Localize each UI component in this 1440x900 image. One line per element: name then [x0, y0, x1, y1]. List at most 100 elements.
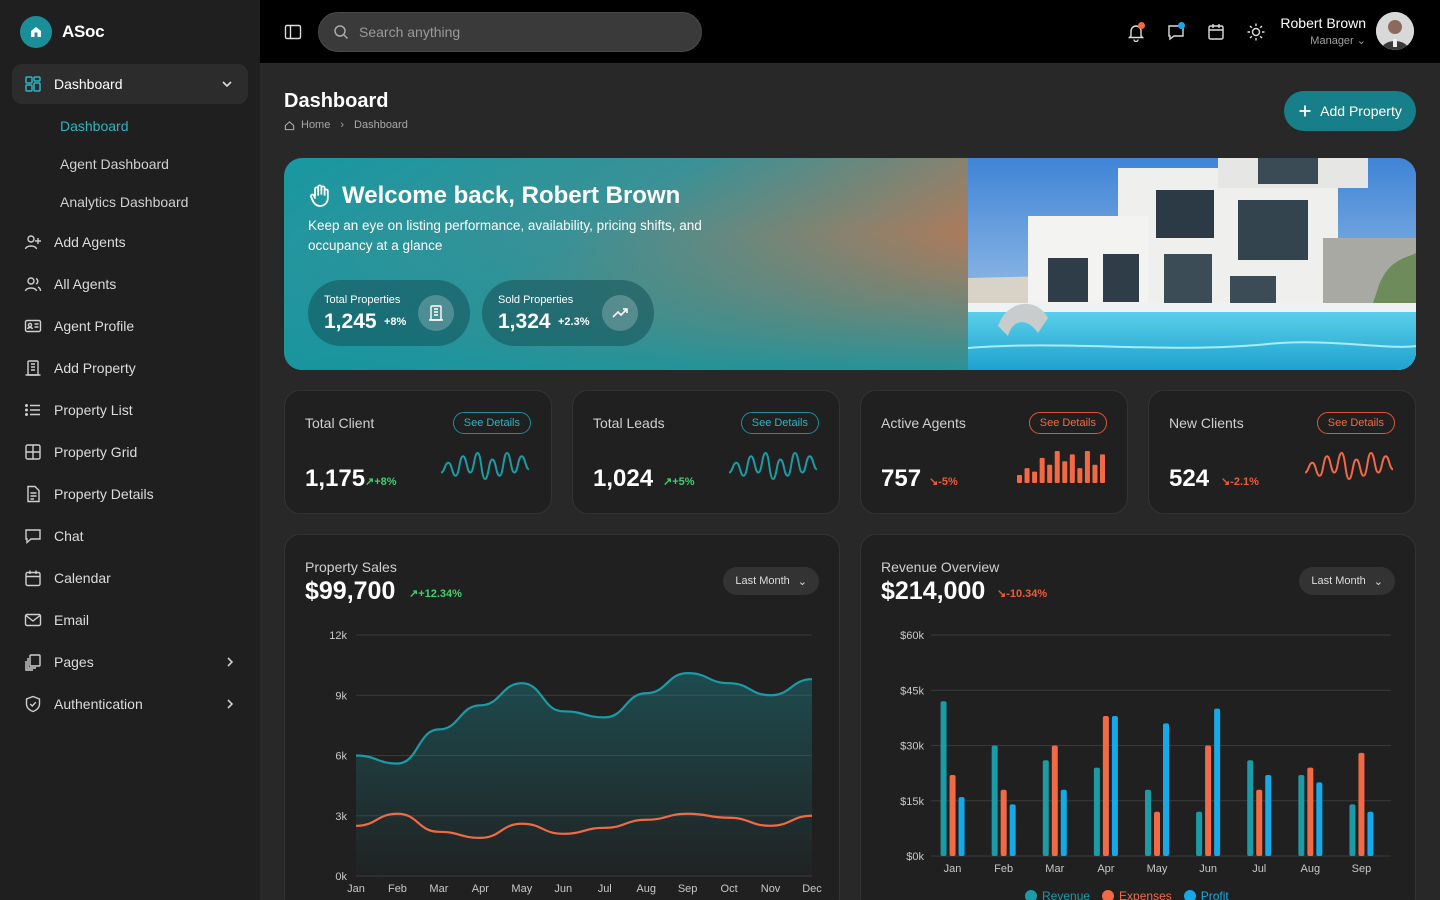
- spark-line: [441, 451, 529, 481]
- card-change: ↗+8%: [365, 476, 397, 488]
- sidebar-item-email[interactable]: Email: [24, 609, 236, 631]
- stat-card-total-leads: Total Leads See Details 1,024 ↗+5%: [572, 390, 840, 514]
- sidebar-item-add-agents[interactable]: Add Agents: [24, 231, 236, 253]
- search-bar[interactable]: [318, 12, 702, 52]
- stat-value: 1,324: [498, 310, 551, 333]
- stat-label: Sold Properties: [498, 294, 574, 306]
- chevron-down-icon: ⌄: [1356, 35, 1366, 47]
- x-tick-label: Nov: [761, 883, 781, 895]
- sidebar-item-add-property[interactable]: Add Property: [24, 357, 236, 379]
- list-icon: [24, 401, 42, 419]
- sidebar-item-property-details[interactable]: Property Details: [24, 483, 236, 505]
- add-property-button[interactable]: Add Property: [1284, 91, 1416, 131]
- sidebar-item-dashboard[interactable]: Dashboard: [12, 64, 248, 104]
- page-title: Dashboard: [284, 90, 389, 112]
- stat-value: 1,245: [324, 310, 377, 333]
- sidebar-item-label: Add Agents: [54, 234, 126, 250]
- sidebar-subitem-dashboard[interactable]: Dashboard: [60, 118, 129, 134]
- chevron-right-icon: [224, 698, 236, 710]
- welcome-title: Welcome back, Robert Brown: [308, 182, 680, 210]
- building-icon: [24, 359, 42, 377]
- sun-icon[interactable]: [1246, 22, 1266, 42]
- bar: [1145, 789, 1151, 856]
- sidebar-item-authentication[interactable]: Authentication: [24, 693, 236, 715]
- x-tick-label: Aug: [636, 883, 656, 895]
- sidebar-item-label: Pages: [54, 654, 94, 670]
- panel-value: $214,000: [881, 577, 986, 605]
- x-tick-label: Dec: [802, 883, 822, 895]
- bar: [1349, 804, 1356, 856]
- bar: [1298, 774, 1305, 856]
- sidebar-item-agent-profile[interactable]: Agent Profile: [24, 315, 236, 337]
- search-input[interactable]: [359, 24, 679, 40]
- total-properties-stat: Total Properties 1,245 +8%: [308, 280, 470, 346]
- brand[interactable]: ASoc: [20, 16, 105, 48]
- sidebar-subitem-analytics-dashboard[interactable]: Analytics Dashboard: [60, 194, 188, 210]
- sparkline: [729, 451, 817, 481]
- legend-profit[interactable]: Profit: [1183, 889, 1229, 900]
- card-change: ↘-2.1%: [1221, 476, 1259, 488]
- see-details-button[interactable]: See Details: [1028, 412, 1107, 434]
- range-dropdown[interactable]: Last Month ⌄: [1299, 567, 1395, 595]
- sidebar-item-chat[interactable]: Chat: [24, 525, 236, 547]
- bar: [949, 774, 956, 856]
- calendar-icon[interactable]: [1206, 22, 1226, 42]
- range-dropdown[interactable]: Last Month ⌄: [723, 567, 819, 595]
- trend-down-icon: ↘: [1221, 476, 1231, 488]
- bar: [1316, 782, 1323, 856]
- stat-card-new-clients: New Clients See Details 524 ↘-2.1%: [1148, 390, 1416, 514]
- x-tick-label: Oct: [721, 883, 738, 895]
- sidebar-item-label: Add Property: [54, 360, 136, 376]
- building-icon: [418, 295, 454, 331]
- sidebar: ASoc Dashboard Dashboard Agent Dashboard…: [0, 0, 260, 900]
- card-change: ↘-5%: [929, 476, 958, 488]
- sidebar-item-calendar[interactable]: Calendar: [24, 567, 236, 589]
- trend-up-icon: ↗: [663, 476, 673, 488]
- card-title: Active Agents: [881, 415, 966, 431]
- card-title: New Clients: [1169, 415, 1244, 431]
- user-menu[interactable]: Robert Brown Manager ⌄: [1280, 12, 1414, 50]
- search-icon: [333, 24, 349, 40]
- add-property-label: Add Property: [1320, 103, 1402, 119]
- see-details-button[interactable]: See Details: [452, 412, 531, 434]
- brand-name: ASoc: [62, 22, 105, 41]
- spark-bar: [1032, 471, 1038, 483]
- bar: [958, 797, 965, 856]
- sidebar-item-all-agents[interactable]: All Agents: [24, 273, 236, 295]
- bell-icon[interactable]: [1126, 22, 1146, 42]
- trending-up-icon: [602, 295, 638, 331]
- sidebar-item-pages[interactable]: Pages: [24, 651, 236, 673]
- house-photo: [968, 158, 1416, 370]
- legend-revenue[interactable]: Revenue: [1025, 889, 1090, 900]
- series-area: [356, 673, 812, 876]
- spark-bar: [1017, 475, 1022, 483]
- stat-change: +2.3%: [558, 316, 590, 328]
- trend-down-icon: ↘: [997, 588, 1007, 600]
- panel-title: Property Sales: [305, 559, 397, 575]
- plus-icon: [1298, 104, 1312, 118]
- card-value: 757: [881, 465, 922, 492]
- see-details-button[interactable]: See Details: [1316, 412, 1395, 434]
- spark-bar: [1047, 464, 1053, 483]
- legend-expenses[interactable]: Expenses: [1102, 889, 1172, 900]
- sidebar-item-property-list[interactable]: Property List: [24, 399, 236, 421]
- x-tick-label: Apr: [1097, 863, 1114, 875]
- sidebar-item-label: Chat: [54, 528, 84, 544]
- see-details-button[interactable]: See Details: [740, 412, 819, 434]
- bar: [1102, 716, 1109, 856]
- y-tick-label: 3k: [335, 811, 347, 823]
- breadcrumb-home[interactable]: Home: [301, 119, 330, 131]
- bar: [1111, 716, 1118, 856]
- sidebar-toggle-icon[interactable]: [284, 23, 302, 41]
- topbar: Robert Brown Manager ⌄: [260, 0, 1440, 64]
- user-name: Robert Brown: [1280, 15, 1366, 31]
- spark-line: [729, 451, 817, 481]
- sidebar-subitem-agent-dashboard[interactable]: Agent Dashboard: [60, 156, 169, 172]
- bar: [1042, 760, 1049, 856]
- y-tick-label: $0k: [906, 851, 924, 863]
- spark-bar: [1084, 451, 1090, 483]
- y-tick-label: $15k: [900, 796, 924, 808]
- sidebar-item-property-grid[interactable]: Property Grid: [24, 441, 236, 463]
- message-icon[interactable]: [1166, 22, 1186, 42]
- bar: [1265, 774, 1272, 856]
